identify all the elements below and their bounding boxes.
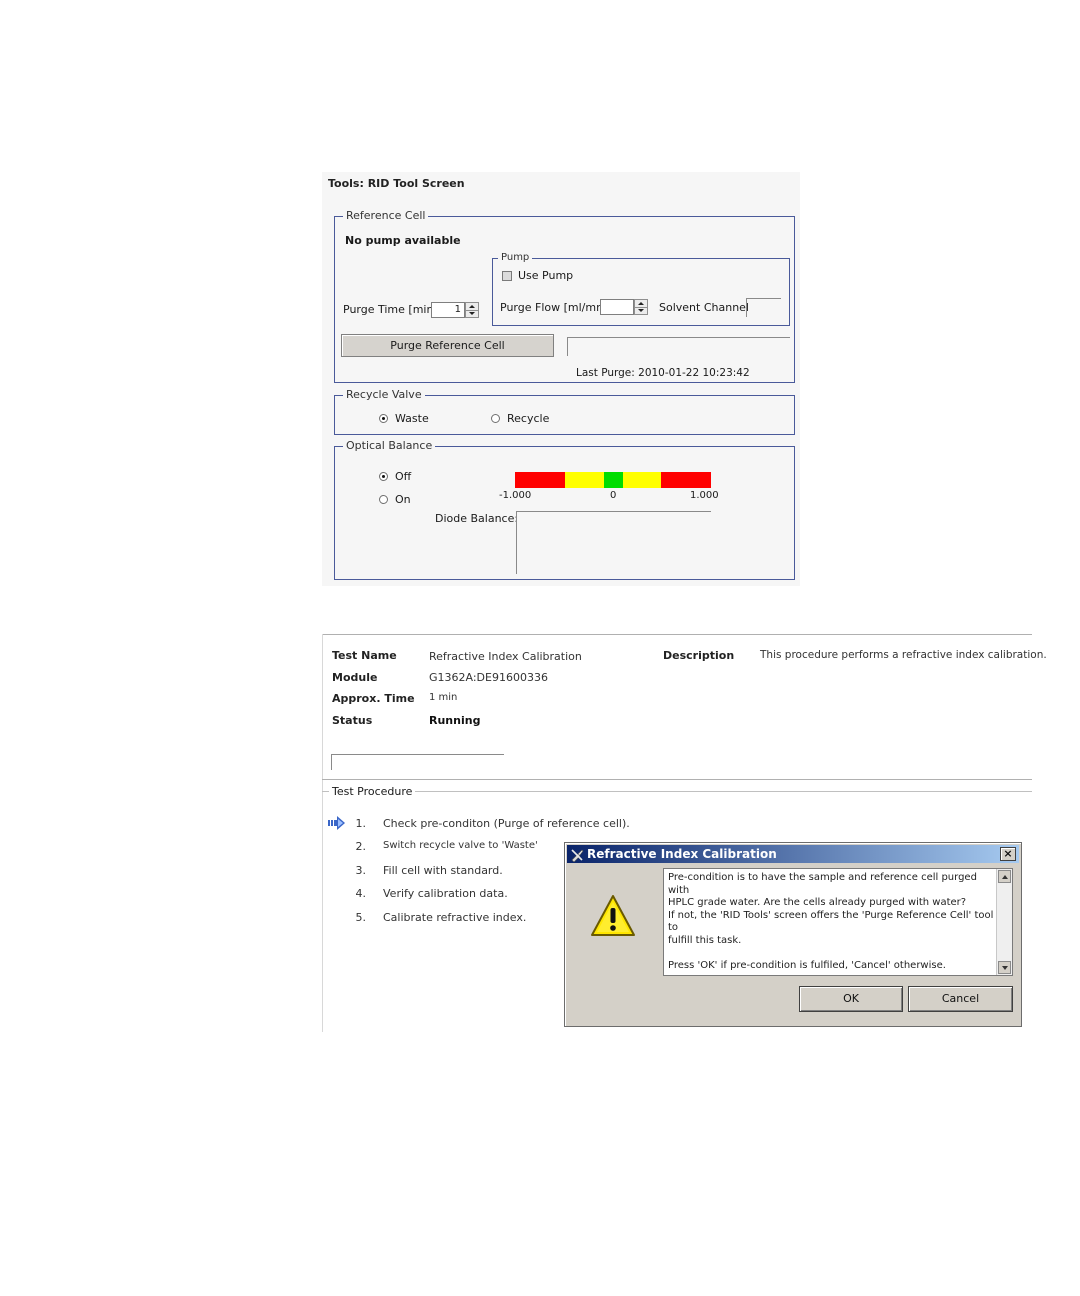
dialog-message-text: Pre-condition is to have the sample and … bbox=[668, 872, 994, 972]
description-value: This procedure performs a refractive ind… bbox=[760, 649, 1047, 661]
dialog-close-button[interactable]: × bbox=[1000, 847, 1016, 861]
purge-status-field bbox=[567, 337, 790, 356]
balance-on-label: On bbox=[395, 493, 411, 506]
message-line: If not, the 'RID Tools' screen offers th… bbox=[668, 909, 994, 934]
step-5-text: Calibrate refractive index. bbox=[383, 911, 527, 924]
use-pump-checkbox[interactable] bbox=[502, 271, 512, 281]
purge-reference-cell-button[interactable]: Purge Reference Cell bbox=[341, 334, 554, 357]
close-icon: × bbox=[1003, 847, 1013, 860]
message-line: Pre-condition is to have the sample and … bbox=[668, 872, 977, 896]
cancel-button[interactable]: Cancel bbox=[908, 986, 1013, 1012]
purge-flow-spinner[interactable] bbox=[634, 299, 648, 315]
recycle-radio[interactable] bbox=[491, 414, 500, 423]
balance-off-radio[interactable] bbox=[379, 472, 388, 481]
approx-time-label: Approx. Time bbox=[332, 692, 415, 705]
last-purge-text: Last Purge: 2010-01-22 10:23:42 bbox=[576, 367, 750, 379]
solvent-channel-field[interactable] bbox=[746, 298, 781, 317]
use-pump-label: Use Pump bbox=[518, 269, 574, 282]
step-3-text: Fill cell with standard. bbox=[383, 864, 503, 877]
balance-bar-red-left bbox=[515, 472, 565, 488]
status-label: Status bbox=[332, 714, 373, 727]
balance-on-radio[interactable] bbox=[379, 495, 388, 504]
message-line: fulfill this task. bbox=[668, 934, 742, 946]
test-name-label: Test Name bbox=[332, 649, 397, 662]
purge-flow-input[interactable] bbox=[600, 299, 634, 315]
module-label: Module bbox=[332, 671, 378, 684]
description-label: Description bbox=[663, 649, 735, 662]
no-pump-text: No pump available bbox=[345, 234, 461, 247]
recycle-valve-group: Recycle Valve Waste Recycle bbox=[334, 388, 795, 435]
test-name-value: Refractive Index Calibration bbox=[429, 650, 582, 663]
purge-flow-label: Purge Flow [ml/mn] bbox=[500, 301, 608, 314]
recycle-valve-legend: Recycle Valve bbox=[343, 388, 425, 402]
message-line bbox=[668, 947, 994, 960]
step-4-num: 4. bbox=[355, 887, 367, 900]
step-1-num: 1. bbox=[355, 817, 367, 830]
balance-scale-zero: 0 bbox=[610, 490, 617, 501]
dialog-title: Refractive Index Calibration bbox=[587, 847, 777, 861]
balance-scale-min: -1.000 bbox=[499, 490, 532, 501]
step-4-text: Verify calibration data. bbox=[383, 887, 508, 900]
scroll-down-icon bbox=[1002, 966, 1008, 970]
purge-time-label: Purge Time [min] bbox=[343, 303, 438, 316]
step-3-num: 3. bbox=[355, 864, 367, 877]
test-info-bottom-border bbox=[322, 779, 1032, 780]
balance-bar-yellow-left bbox=[565, 472, 604, 488]
test-procedure-legend: Test Procedure bbox=[329, 785, 416, 798]
dialog-message-box: Pre-condition is to have the sample and … bbox=[663, 868, 1013, 976]
tool-icon bbox=[570, 847, 584, 863]
balance-bar-green bbox=[604, 472, 623, 488]
balance-bar bbox=[515, 472, 711, 488]
step-2-num: 2. bbox=[355, 840, 367, 853]
step-5-num: 5. bbox=[355, 911, 367, 924]
approx-time-value: 1 min bbox=[429, 692, 458, 703]
dialog-message-scrollbar[interactable] bbox=[996, 869, 1012, 975]
warning-icon bbox=[589, 893, 637, 939]
recycle-label: Recycle bbox=[507, 412, 550, 425]
test-panel-left-border bbox=[322, 634, 323, 1032]
diode-balance-display bbox=[516, 511, 711, 574]
dialog-titlebar[interactable]: Refractive Index Calibration × bbox=[567, 845, 1019, 863]
waste-radio[interactable] bbox=[379, 414, 388, 423]
waste-label: Waste bbox=[395, 412, 429, 425]
step-1-text: Check pre-conditon (Purge of reference c… bbox=[383, 817, 630, 830]
balance-bar-yellow-right bbox=[623, 472, 661, 488]
balance-off-label: Off bbox=[395, 470, 412, 483]
message-line: HPLC grade water. Are the cells already … bbox=[668, 897, 967, 908]
scroll-up-button[interactable] bbox=[998, 870, 1011, 883]
diode-balance-label: Diode Balance: bbox=[435, 512, 519, 525]
step-2-text: Switch recycle valve to 'Waste' bbox=[383, 840, 538, 851]
reference-cell-legend: Reference Cell bbox=[343, 209, 429, 223]
test-progress-field bbox=[331, 754, 504, 770]
balance-bar-red-right bbox=[661, 472, 711, 488]
procedure-rule bbox=[322, 791, 1032, 792]
scroll-down-button[interactable] bbox=[998, 961, 1011, 974]
pump-legend: Pump bbox=[498, 251, 533, 265]
current-step-arrow-icon bbox=[328, 815, 346, 830]
test-info-top-border bbox=[322, 634, 1032, 635]
scroll-up-icon bbox=[1002, 875, 1008, 879]
optical-balance-legend: Optical Balance bbox=[343, 439, 436, 453]
balance-scale-max: 1.000 bbox=[690, 490, 719, 501]
pump-group: Pump Use Pump Purge Flow [ml/mn] Solvent… bbox=[492, 251, 790, 326]
reference-cell-group: Reference Cell No pump available Purge T… bbox=[334, 209, 795, 383]
message-line: Press 'OK' if pre-condition is fulfiled,… bbox=[668, 959, 946, 971]
optical-balance-group: Optical Balance Off On -1.000 0 1.000 Di… bbox=[334, 439, 795, 580]
module-value: G1362A:DE91600336 bbox=[429, 671, 548, 684]
rid-tool-title: Tools: RID Tool Screen bbox=[328, 177, 465, 190]
solvent-channel-label: Solvent Channel bbox=[659, 301, 749, 314]
calibration-dialog: Refractive Index Calibration × Pre-condi… bbox=[564, 842, 1022, 1027]
purge-time-input[interactable]: 1 bbox=[431, 302, 465, 318]
status-value: Running bbox=[429, 714, 481, 727]
rid-tool-panel: Tools: RID Tool Screen Reference Cell No… bbox=[322, 172, 800, 586]
purge-time-spinner[interactable] bbox=[465, 302, 479, 318]
ok-button[interactable]: OK bbox=[799, 986, 903, 1012]
